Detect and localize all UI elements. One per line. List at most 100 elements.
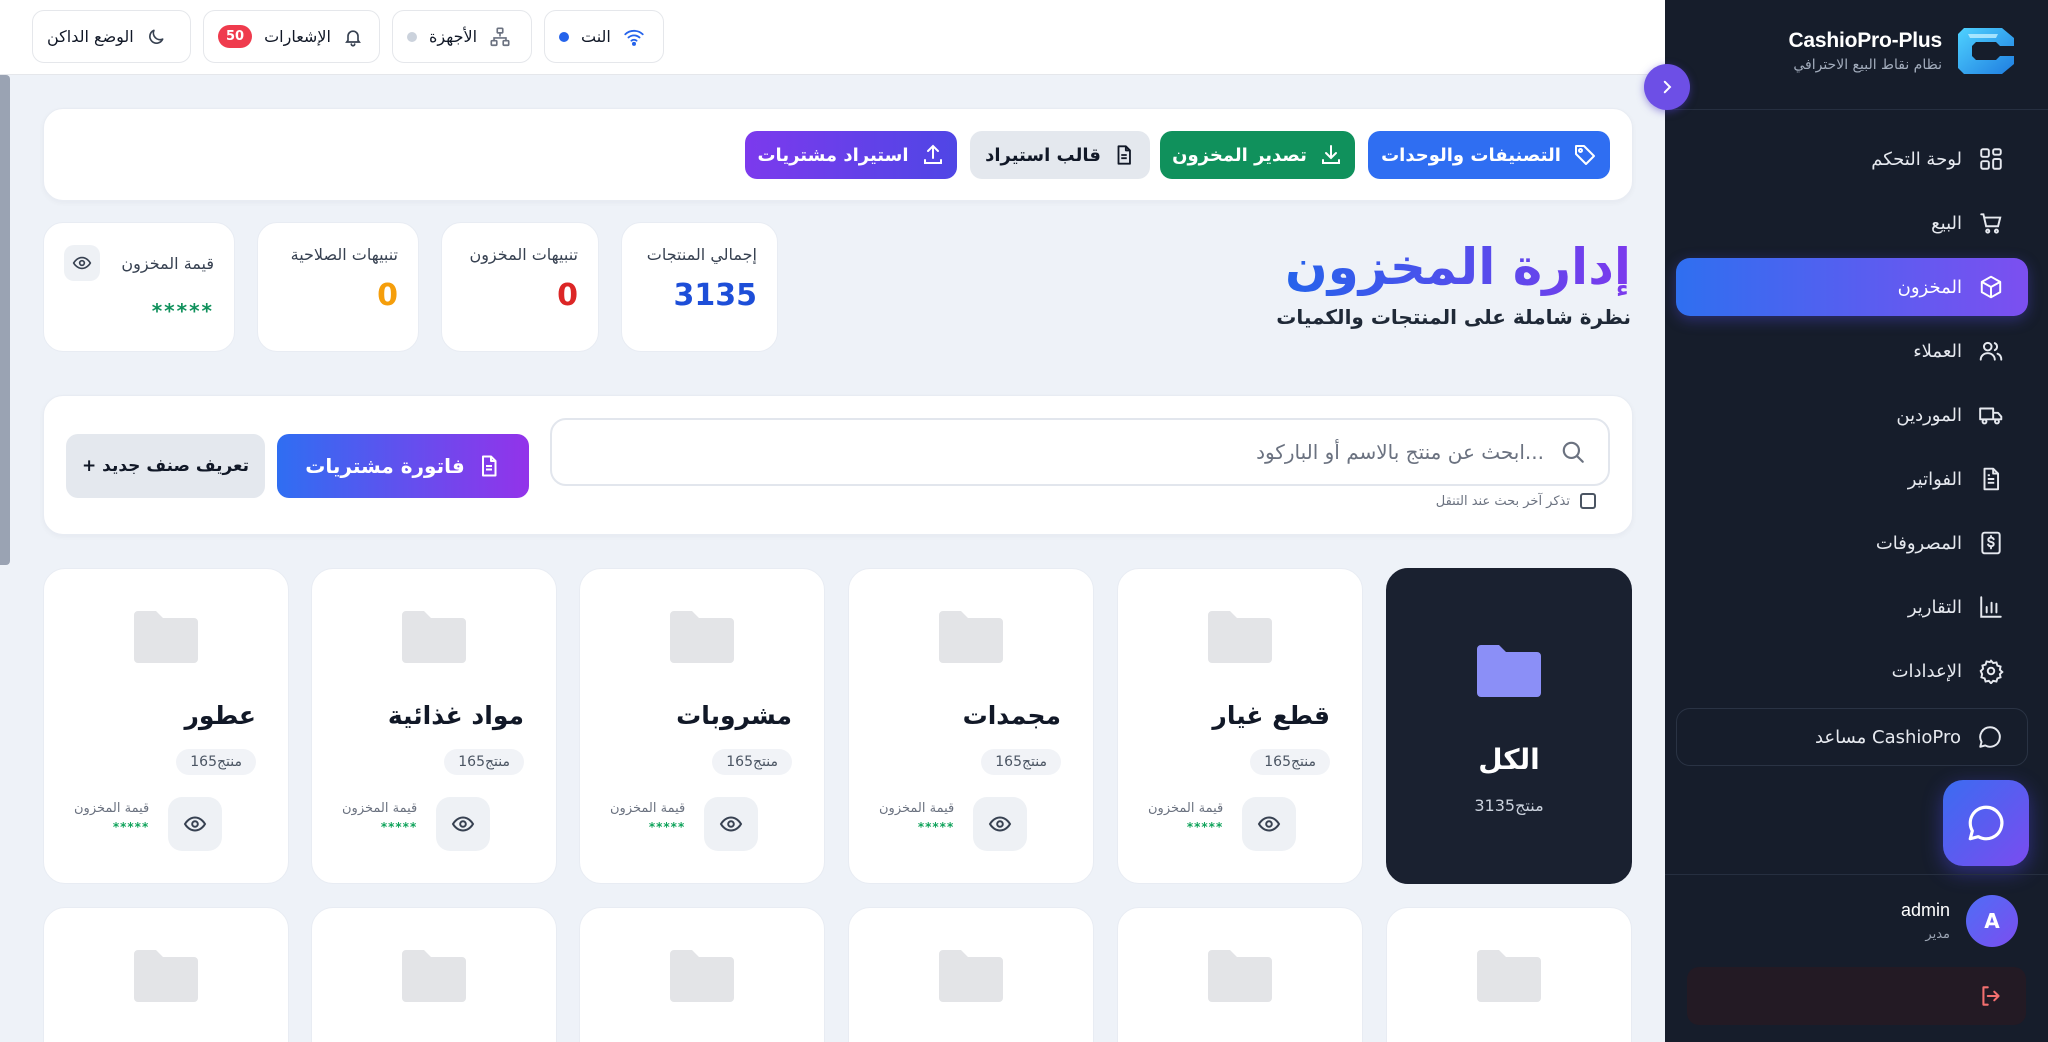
view-category-button[interactable] [704,797,758,851]
stat-label: تنبيهات المخزون [469,245,578,264]
network-label: النت [581,27,611,46]
button-label: استيراد مشتريات [757,144,909,166]
folder-icon [398,607,470,667]
document-icon [477,454,501,478]
purchase-invoice-button[interactable]: فاتورة مشتريات [277,434,529,498]
search-input[interactable]: ابحث عن منتج بالاسم أو الباركود... [550,418,1610,486]
stock-value-label: قيمة المخزون [879,801,955,816]
category-card[interactable]: مجمدات 165منتج قيمة المخزون ***** [848,568,1094,884]
category-card[interactable] [848,907,1094,1042]
remember-search-checkbox[interactable] [1580,493,1596,509]
top-bar: الوضع الداكن 50 الإشعارات الأجهزة النت [0,0,1665,75]
money-icon [1978,530,2004,556]
show-value-button[interactable] [64,245,100,281]
new-item-button[interactable]: + تعريف صنف جديد [66,434,265,498]
app-name: CashioPro-Plus [1788,29,1942,52]
folder-icon [130,946,202,1006]
folder-icon [935,946,1007,1006]
chat-assistant-button[interactable] [1943,780,2029,866]
sidebar-item-suppliers[interactable]: الموردين [1676,386,2028,444]
stock-value: ***** [1186,820,1224,834]
devices-status[interactable]: الأجهزة [392,10,532,63]
category-card[interactable]: مشروبات 165منتج قيمة المخزون ***** [579,568,825,884]
folder-icon [130,607,202,667]
sidebar-item-label: البيع [1931,212,1962,234]
sidebar-item-expenses[interactable]: المصروفات [1676,514,2028,572]
sidebar-item-label: الفواتير [1907,468,1962,490]
stat-value: 0 [377,278,398,313]
sidebar-item-sales[interactable]: البيع [1676,194,2028,252]
export-inventory-button[interactable]: تصدير المخزون [1160,131,1355,179]
category-name: مواد غذائية [387,701,524,730]
chevron-right-icon [1658,78,1676,96]
eye-icon [1257,816,1281,832]
stat-expiry-alerts: تنبيهات الصلاحية 0 [257,222,419,352]
action-bar: التصنيفات والوحدات تصدير المخزون قالب اس… [43,108,1633,201]
category-name: قطع غيار [1212,701,1330,730]
sidebar-item-assistant[interactable]: مساعد CashioPro [1676,708,2028,766]
scrollbar-thumb[interactable] [0,75,10,565]
view-category-button[interactable] [973,797,1027,851]
category-card[interactable] [579,907,825,1042]
import-purchases-button[interactable]: استيراد مشتريات [745,131,957,179]
sidebar-item-label: لوحة التحكم [1871,148,1962,170]
category-card[interactable] [311,907,557,1042]
category-card[interactable] [1117,907,1363,1042]
stat-stock-alerts: تنبيهات المخزون 0 [441,222,599,352]
avatar: A [1966,895,2018,947]
upload-icon [921,143,945,167]
view-category-button[interactable] [1242,797,1296,851]
notifications-button[interactable]: 50 الإشعارات [203,10,380,63]
dark-mode-toggle[interactable]: الوضع الداكن [32,10,191,63]
chat-bubble-icon [1965,802,2007,844]
categories-units-button[interactable]: التصنيفات والوحدات [1368,131,1610,179]
stat-label: إجمالي المنتجات [646,245,757,264]
stock-value-label: قيمة المخزون [1148,801,1224,816]
category-name: الكل [1478,743,1540,776]
button-label: فاتورة مشتريات [305,454,465,478]
import-template-button[interactable]: قالب استيراد [970,131,1150,179]
stock-value: ***** [112,820,150,834]
collapse-sidebar-button[interactable] [1644,64,1690,110]
logout-button[interactable] [1687,967,2026,1025]
notifications-label: الإشعارات [264,27,331,46]
user-role: مدير [1925,927,1950,942]
category-card[interactable]: قطع غيار 165منتج قيمة المخزون ***** [1117,568,1363,884]
category-card[interactable] [1386,907,1632,1042]
dark-mode-label: الوضع الداكن [47,27,134,46]
box-icon [1978,274,2004,300]
users-icon [1978,338,2004,364]
category-card[interactable]: مواد غذائية 165منتج قيمة المخزون ***** [311,568,557,884]
invoice-icon [1978,466,2004,492]
category-name: عطور [184,701,257,730]
sidebar-item-dashboard[interactable]: لوحة التحكم [1676,130,2028,188]
sidebar-nav: لوحة التحكم البيع المخزون العملاء المورد… [1676,130,2028,772]
category-card[interactable]: عطور 165منتج قيمة المخزون ***** [43,568,289,884]
divider [1665,109,2048,110]
button-label: قالب استيراد [985,144,1101,166]
category-card[interactable] [43,907,289,1042]
view-category-button[interactable] [436,797,490,851]
network-devices-icon [489,26,511,48]
page-subtitle: نظرة شاملة على المنتجات والكميات [1276,305,1631,329]
eye-icon [988,816,1012,832]
remember-search-option: تذكر آخر بحث عند التنقل [1436,493,1596,509]
network-status[interactable]: النت [544,10,664,63]
sidebar-item-label: التقارير [1907,596,1962,618]
sidebar-item-invoices[interactable]: الفواتير [1676,450,2028,508]
gear-icon [1978,658,2004,684]
stat-stock-value: قيمة المخزون ***** [43,222,235,352]
sidebar-item-inventory[interactable]: المخزون [1676,258,2028,316]
sidebar-item-settings[interactable]: الإعدادات [1676,642,2028,700]
sidebar-item-customers[interactable]: العملاء [1676,322,2028,380]
user-name: admin [1900,900,1950,920]
download-icon [1319,143,1343,167]
divider [1665,874,2048,875]
user-profile[interactable]: admin مدير A [1901,895,2018,947]
notifications-badge: 50 [218,25,253,48]
category-count: 165منتج [981,749,1061,775]
category-card-all[interactable]: الكل 3135منتج [1386,568,1632,884]
sidebar-item-reports[interactable]: التقارير [1676,578,2028,636]
sidebar-item-label: الإعدادات [1891,660,1962,682]
view-category-button[interactable] [168,797,222,851]
